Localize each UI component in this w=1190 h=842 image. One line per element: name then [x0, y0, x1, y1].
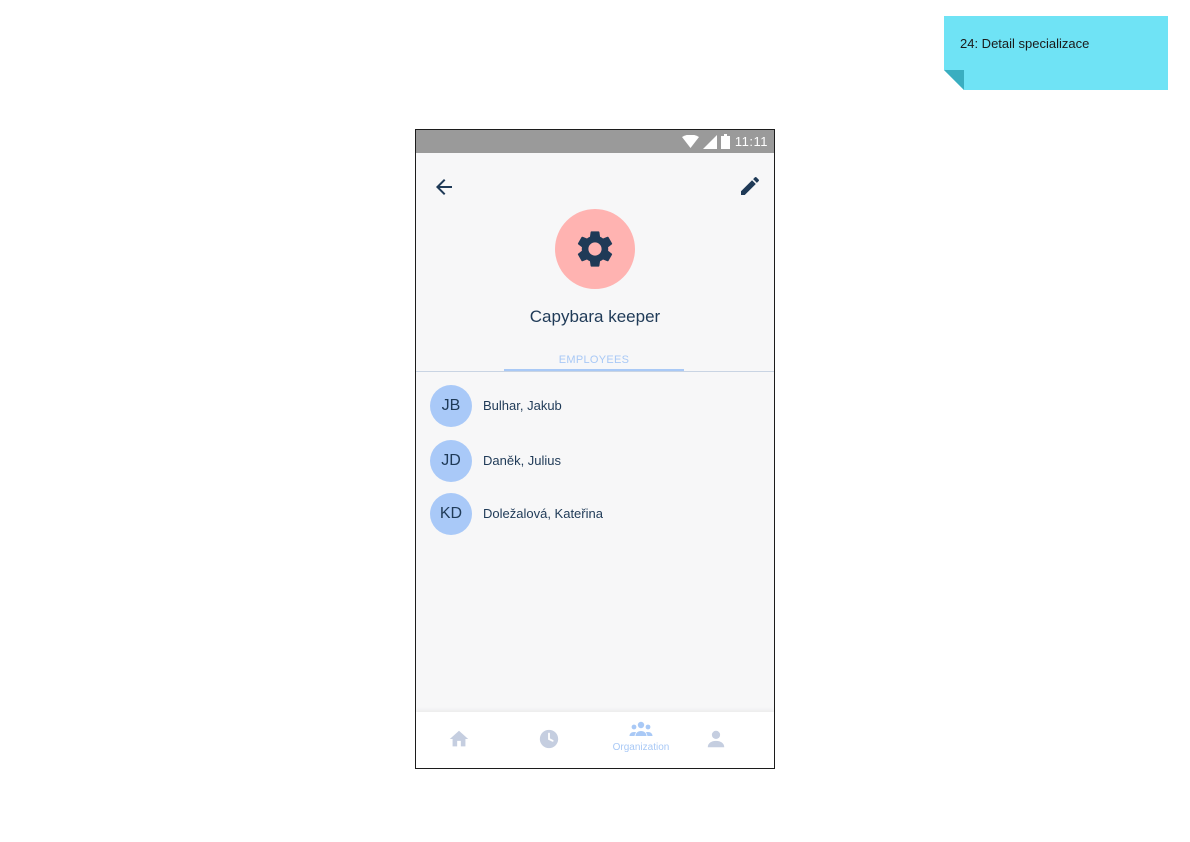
avatar: JB [430, 385, 472, 427]
back-button[interactable] [432, 175, 456, 199]
gear-icon [577, 231, 613, 267]
pencil-icon [741, 176, 760, 195]
list-item[interactable]: JD Daněk, Julius [416, 435, 774, 485]
nav-home[interactable] [424, 712, 494, 768]
wifi-icon [682, 135, 699, 148]
phone-screen: 11:11 Capybara keeper EMPLOYEES JB Bulha… [415, 129, 775, 769]
nav-time[interactable] [514, 712, 584, 768]
bottom-navigation: Organization [416, 712, 774, 768]
home-icon [449, 730, 469, 747]
sticky-note: 24: Detail specializace [944, 16, 1168, 90]
tab-employees[interactable]: EMPLOYEES [504, 348, 684, 372]
arrow-left-icon [436, 179, 452, 195]
specialization-title: Capybara keeper [529, 307, 661, 326]
avatar: KD [430, 493, 472, 535]
nav-profile[interactable] [681, 712, 751, 768]
nav-organization[interactable]: Organization [606, 712, 676, 768]
sticky-note-fold [944, 70, 964, 90]
nav-organization-label: Organization [612, 742, 670, 753]
sticky-note-text: 24: Detail specializace [960, 36, 1090, 51]
signal-icon [703, 134, 717, 149]
people-icon [629, 721, 653, 736]
tab-divider [416, 371, 774, 372]
person-icon [707, 730, 725, 748]
specialization-avatar [555, 209, 635, 289]
tab-employees-label: EMPLOYEES [558, 354, 630, 366]
employee-name: Doležalová, Kateřina [483, 506, 603, 521]
clock-icon [539, 729, 559, 749]
avatar: JD [430, 440, 472, 482]
employee-name: Bulhar, Jakub [483, 398, 562, 413]
status-bar: 11:11 [416, 130, 774, 153]
list-item[interactable]: KD Doležalová, Kateřina [416, 488, 774, 538]
status-time: 11:11 [734, 134, 768, 149]
employee-name: Daněk, Julius [483, 453, 562, 468]
list-item[interactable]: JB Bulhar, Jakub [416, 380, 774, 430]
battery-icon [721, 134, 730, 149]
edit-button[interactable] [738, 174, 762, 198]
